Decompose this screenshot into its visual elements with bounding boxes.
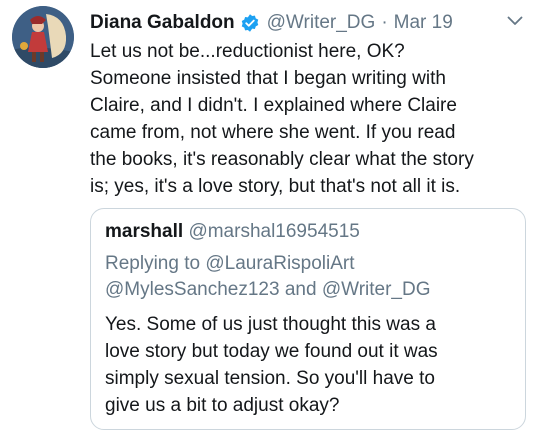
replying-to: Replying to @LauraRispoliArt @MylesSanch… [105, 251, 511, 303]
verified-badge-icon [240, 13, 260, 33]
quoted-text-line: Yes. Some of us just thought this was a [105, 314, 436, 335]
tweet-date[interactable]: Mar 19 [394, 12, 453, 34]
tweet-text-line: Claire, and I didn't. I explained where … [90, 95, 457, 116]
tweet-text-line: Let us not be...reductionist here, OK? [90, 41, 405, 62]
author-name[interactable]: Diana Gabaldon [90, 12, 235, 34]
quoted-author-handle: @marshal16954515 [188, 221, 360, 242]
quoted-tweet[interactable]: marshall @marshal16954515 Replying to @L… [90, 208, 526, 430]
separator-dot: · [381, 12, 388, 33]
quoted-text-line: simply sexual tension. So you'll have to [105, 368, 435, 389]
reply-mention[interactable]: @MylesSanchez123 [105, 279, 280, 300]
author-handle[interactable]: @Writer_DG [267, 12, 376, 34]
avatar[interactable] [12, 6, 74, 68]
tweet-card[interactable]: Diana Gabaldon @Writer_DG · Mar 19 Let u… [0, 0, 540, 440]
reply-mention[interactable]: @LauraRispoliArt [205, 253, 354, 274]
quoted-tweet-text: Yes. Some of us just thought this was a … [105, 311, 511, 419]
tweet-text-line: is; yes, it's a love story, but that's n… [90, 176, 461, 197]
tweet-text-line: came from, not where she went. If you re… [90, 122, 456, 143]
quoted-text-line: give us a bit to adjust okay? [105, 395, 340, 416]
tweet-text-line: the books, it's reasonably clear what th… [90, 149, 474, 170]
quoted-tweet-header: marshall @marshal16954515 [105, 219, 511, 245]
tweet-header: Diana Gabaldon @Writer_DG · Mar 19 [90, 8, 526, 38]
chevron-down-icon[interactable] [504, 10, 526, 32]
quoted-author-name: marshall [105, 221, 184, 242]
replying-to-label: Replying to [105, 253, 201, 274]
reply-mention[interactable]: @Writer_DG [322, 279, 431, 300]
tweet-text-line: Someone insisted that I began writing wi… [90, 68, 446, 89]
tweet-text: Let us not be...reductionist here, OK? S… [90, 38, 530, 200]
replying-and: and [284, 279, 317, 300]
quoted-text-line: love story but today we found out it was [105, 341, 438, 362]
